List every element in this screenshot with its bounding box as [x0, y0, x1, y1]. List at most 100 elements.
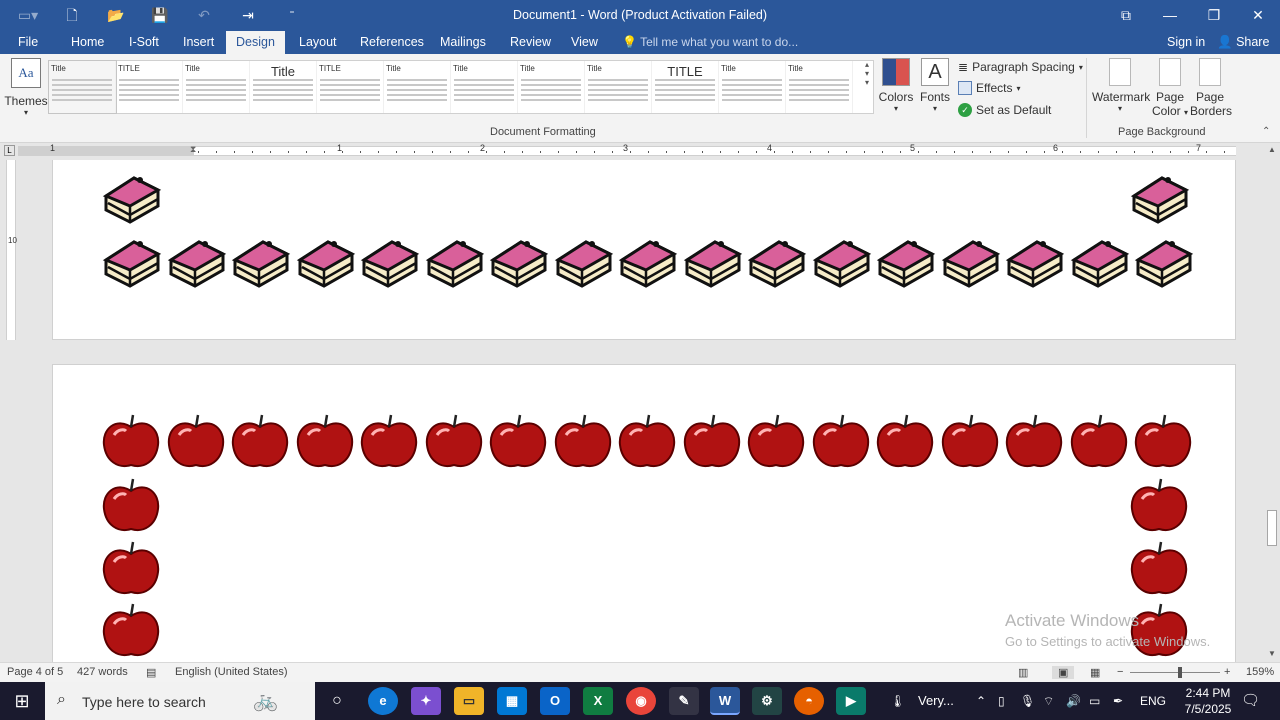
tab-home[interactable]: Home [61, 31, 114, 54]
file-explorer-icon[interactable]: ▭ [454, 687, 484, 715]
word-icon[interactable]: W [710, 687, 740, 715]
chrome-icon[interactable]: ◉ [626, 687, 656, 715]
page-borders-button[interactable]: Page Borders [1190, 58, 1232, 118]
volume-icon[interactable]: 🔊 [1066, 682, 1081, 720]
tab-selector-icon[interactable]: L [4, 145, 15, 156]
sign-in-link[interactable]: Sign in [1167, 31, 1205, 54]
cake-border-icon [616, 230, 678, 292]
tab-insert[interactable]: Insert [173, 31, 224, 54]
excel-icon[interactable]: X [583, 687, 613, 715]
indent-marker-icon[interactable]: ⧗ [190, 144, 196, 155]
battery-icon[interactable]: ▭ [1089, 682, 1100, 720]
zoom-slider-thumb[interactable] [1178, 667, 1182, 678]
minimize-icon[interactable]: — [1148, 0, 1192, 31]
vpn-app-icon[interactable]: ⚙ [752, 687, 782, 715]
restore-icon[interactable]: ❐ [1192, 0, 1236, 31]
collapse-ribbon-icon[interactable]: ⌃ [1262, 126, 1270, 137]
activate-windows-line1: Activate Windows [1005, 611, 1140, 630]
zoom-slider-track[interactable] [1130, 672, 1220, 673]
windows-start-icon[interactable]: ⊞ [0, 682, 44, 720]
style-set-thumb[interactable]: Title [250, 61, 317, 113]
language-indicator-taskbar[interactable]: ENG [1140, 682, 1166, 720]
microphone-icon[interactable]: 🎙 [1020, 682, 1035, 720]
zoom-out-icon[interactable]: − [1117, 666, 1123, 678]
scroll-thumb[interactable] [1267, 510, 1277, 546]
tab-file[interactable]: File [8, 31, 48, 54]
tray-device-icon[interactable]: ▯ [998, 682, 1005, 720]
tab-design[interactable]: Design [226, 31, 285, 54]
style-preview-line [52, 79, 112, 81]
language-indicator[interactable]: English (United States) [175, 666, 288, 678]
ruler-tick [468, 151, 469, 153]
person-icon: 👤 [1217, 35, 1233, 49]
proofing-icon[interactable]: ▤ [146, 666, 156, 679]
print-layout-icon[interactable]: ▣ [1052, 666, 1075, 679]
firefox-icon[interactable]: ◓ [794, 687, 824, 715]
colors-button[interactable]: Colors ▾ [878, 58, 914, 113]
weather-icon[interactable]: 🌡 [890, 682, 905, 720]
style-preview-line [320, 94, 380, 96]
style-set-thumb[interactable]: TITLE [652, 61, 719, 113]
fonts-button[interactable]: A Fonts ▾ [918, 58, 952, 113]
tab-mailings[interactable]: Mailings [430, 31, 496, 54]
style-set-thumb[interactable]: Title [518, 61, 585, 113]
wifi-icon[interactable]: ⌔ [1043, 682, 1054, 720]
taskbar-search[interactable]: ⌕ Type here to search 🚲 [45, 682, 315, 720]
style-set-thumb[interactable]: Title [48, 60, 117, 114]
notifications-icon[interactable]: 🗨 [1241, 682, 1260, 720]
page-count[interactable]: Page 4 of 5 [7, 666, 63, 678]
show-hidden-icons-icon[interactable]: ⌃ [976, 682, 986, 720]
gallery-scroll[interactable]: ▴ ▾ ▾ [860, 60, 874, 114]
horizontal-ruler: L ⧗ 1 1 2 3 4 5 6 7 [0, 143, 1280, 159]
watermark-button[interactable]: Watermark ▾ [1092, 58, 1150, 113]
style-preview-line [655, 94, 715, 96]
clock[interactable]: 2:44 PM 7/5/2025 [1180, 685, 1236, 717]
tab-view[interactable]: View [561, 31, 608, 54]
themes-button[interactable]: Aa Themes ▾ [4, 58, 48, 117]
apple-border-icon [616, 411, 678, 473]
tell-me-box[interactable]: 💡 Tell me what you want to do... [622, 31, 798, 54]
paragraph-spacing-button[interactable]: ≣ Paragraph Spacing ▾ [958, 60, 1083, 74]
style-set-thumb[interactable]: TITLE [317, 61, 384, 113]
zoom-in-icon[interactable]: + [1224, 666, 1230, 678]
store-icon[interactable]: ▦ [497, 687, 527, 715]
tab-layout[interactable]: Layout [289, 31, 347, 54]
style-set-thumb[interactable]: Title [786, 61, 853, 113]
style-set-thumb[interactable]: Title [585, 61, 652, 113]
style-set-thumb[interactable]: Title [183, 61, 250, 113]
tab-isoft[interactable]: I-Soft [119, 31, 169, 54]
style-set-thumb[interactable]: Title [719, 61, 786, 113]
document-page-4[interactable] [52, 160, 1236, 340]
scroll-up-icon[interactable]: ▲ [1267, 145, 1277, 154]
outlook-icon[interactable]: O [540, 687, 570, 715]
ruler-tick [342, 151, 343, 153]
edge-icon[interactable]: e [368, 687, 398, 715]
share-button[interactable]: 👤 Share [1217, 31, 1269, 54]
zoom-level[interactable]: 159% [1246, 666, 1274, 678]
web-layout-icon[interactable]: ▦ [1090, 666, 1100, 679]
cake-border-icon [100, 166, 162, 228]
read-mode-icon[interactable]: ▥ [1018, 666, 1028, 679]
ribbon-display-options-icon[interactable]: ⧉ [1104, 0, 1148, 31]
tab-review[interactable]: Review [500, 31, 561, 54]
window-controls: ⧉ — ❐ ✕ [1104, 0, 1280, 31]
pen-icon[interactable]: ✒ [1113, 682, 1123, 720]
task-view-icon[interactable]: ○ [322, 687, 352, 715]
set-as-default-button[interactable]: ✓ Set as Default [958, 103, 1051, 117]
copilot-icon[interactable]: ✦ [411, 687, 441, 715]
vertical-scrollbar[interactable]: ▲ ▼ [1264, 143, 1280, 662]
word-count[interactable]: 427 words [77, 666, 128, 678]
terminal-app-icon[interactable]: ▶ [836, 687, 866, 715]
search-icon: ⌕ [57, 691, 66, 708]
weather-text[interactable]: Very... [918, 682, 954, 720]
vertical-ruler[interactable]: 10 [6, 160, 17, 340]
close-icon[interactable]: ✕ [1236, 0, 1280, 31]
tab-references[interactable]: References [350, 31, 434, 54]
scroll-down-icon[interactable]: ▼ [1267, 649, 1277, 658]
style-set-thumb[interactable]: TITLE [116, 61, 183, 113]
page-color-button[interactable]: Page Color ▾ [1150, 58, 1190, 118]
style-set-thumb[interactable]: Title [451, 61, 518, 113]
style-set-thumb[interactable]: Title [384, 61, 451, 113]
effects-button[interactable]: Effects ▾ [958, 81, 1020, 95]
pen-app-icon[interactable]: ✎ [669, 687, 699, 715]
